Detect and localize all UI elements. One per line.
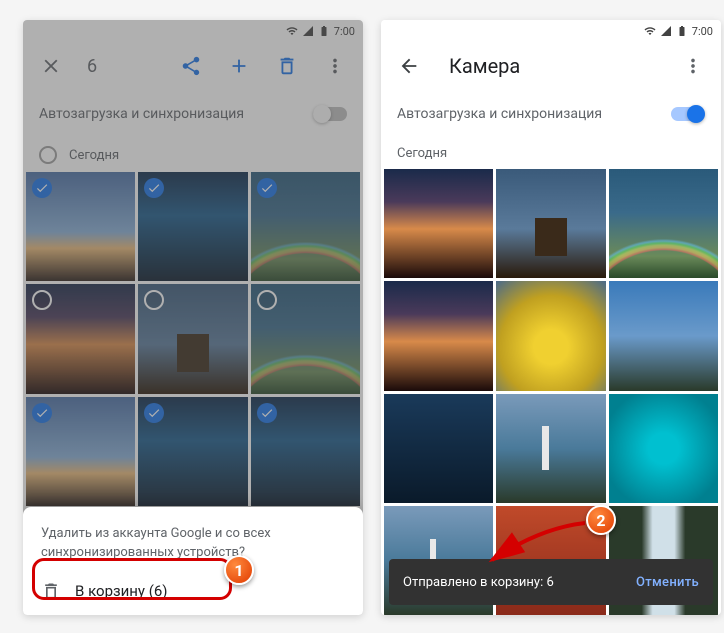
back-button[interactable] (389, 46, 429, 86)
photo-thumb[interactable] (496, 169, 605, 278)
photo-thumb[interactable] (26, 284, 135, 393)
select-all-radio[interactable] (39, 146, 57, 164)
checkmark-icon[interactable] (144, 403, 164, 423)
wifi-icon (286, 25, 298, 37)
delete-sheet: Удалить из аккаунта Google и со всех син… (23, 507, 363, 615)
annotation-badge-1: 1 (224, 555, 254, 585)
signal-icon (302, 25, 314, 37)
photo-thumb[interactable] (384, 394, 493, 503)
annotation-badge-2: 2 (586, 505, 616, 535)
photo-thumb[interactable] (251, 284, 360, 393)
photo-thumb[interactable] (384, 169, 493, 278)
overflow-button[interactable] (673, 46, 713, 86)
photo-thumb[interactable] (138, 172, 247, 281)
photo-thumb[interactable] (251, 172, 360, 281)
photo-thumb[interactable] (609, 169, 718, 278)
sync-toggle[interactable] (313, 107, 347, 121)
signal-icon (660, 25, 672, 37)
photo-thumb[interactable] (26, 172, 135, 281)
sync-label: Автозагрузка и синхронизация (39, 106, 244, 122)
photo-thumb[interactable] (138, 284, 247, 393)
sheet-message: Удалить из аккаунта Google и со всех син… (41, 525, 345, 563)
trash-icon (41, 581, 61, 601)
select-circle[interactable] (257, 290, 277, 310)
photo-thumb[interactable] (384, 281, 493, 390)
checkmark-icon[interactable] (257, 403, 277, 423)
select-circle[interactable] (32, 290, 52, 310)
page-title: Камера (437, 54, 665, 78)
sheet-action-label: В корзину (6) (75, 582, 168, 600)
checkmark-icon[interactable] (144, 178, 164, 198)
wifi-icon (644, 25, 656, 37)
photo-thumb[interactable] (609, 394, 718, 503)
photo-grid (23, 172, 363, 506)
overflow-button[interactable] (315, 46, 355, 86)
checkmark-icon[interactable] (32, 403, 52, 423)
status-bar: 7:00 (381, 20, 721, 42)
checkmark-icon[interactable] (32, 178, 52, 198)
add-button[interactable] (219, 46, 259, 86)
close-button[interactable] (31, 46, 71, 86)
select-circle[interactable] (144, 290, 164, 310)
photo-thumb[interactable] (496, 394, 605, 503)
phone-left-content: 7:00 6 Автозагрузка и синхронизация Сего… (23, 20, 363, 506)
status-time: 7:00 (692, 25, 713, 38)
move-to-trash-button[interactable]: В корзину (6) (41, 581, 345, 601)
sync-row: Автозагрузка и синхронизация (381, 90, 721, 138)
sync-toggle[interactable] (671, 107, 705, 121)
section-label: Сегодня (69, 148, 119, 163)
photo-thumb[interactable] (251, 397, 360, 506)
selection-header: 6 (23, 42, 363, 90)
sync-label: Автозагрузка и синхронизация (397, 106, 602, 122)
battery-icon (676, 25, 688, 37)
photo-thumb[interactable] (609, 281, 718, 390)
snackbar-text: Отправлено в корзину: 6 (403, 575, 554, 590)
photo-thumb[interactable] (26, 397, 135, 506)
photo-thumb[interactable] (496, 281, 605, 390)
section-header: Сегодня (381, 138, 721, 169)
share-button[interactable] (171, 46, 211, 86)
undo-button[interactable]: Отменить (636, 575, 699, 590)
status-time: 7:00 (334, 25, 355, 38)
checkmark-icon[interactable] (257, 178, 277, 198)
selection-count: 6 (79, 56, 163, 77)
battery-icon (318, 25, 330, 37)
sync-row: Автозагрузка и синхронизация (23, 90, 363, 138)
delete-button[interactable] (267, 46, 307, 86)
status-bar: 7:00 (23, 20, 363, 42)
section-label: Сегодня (397, 146, 447, 161)
phone-left: 7:00 6 Автозагрузка и синхронизация Сего… (23, 20, 363, 615)
header: Камера (381, 42, 721, 90)
section-header[interactable]: Сегодня (23, 138, 363, 172)
photo-thumb[interactable] (138, 397, 247, 506)
annotation-arrow (480, 518, 590, 570)
